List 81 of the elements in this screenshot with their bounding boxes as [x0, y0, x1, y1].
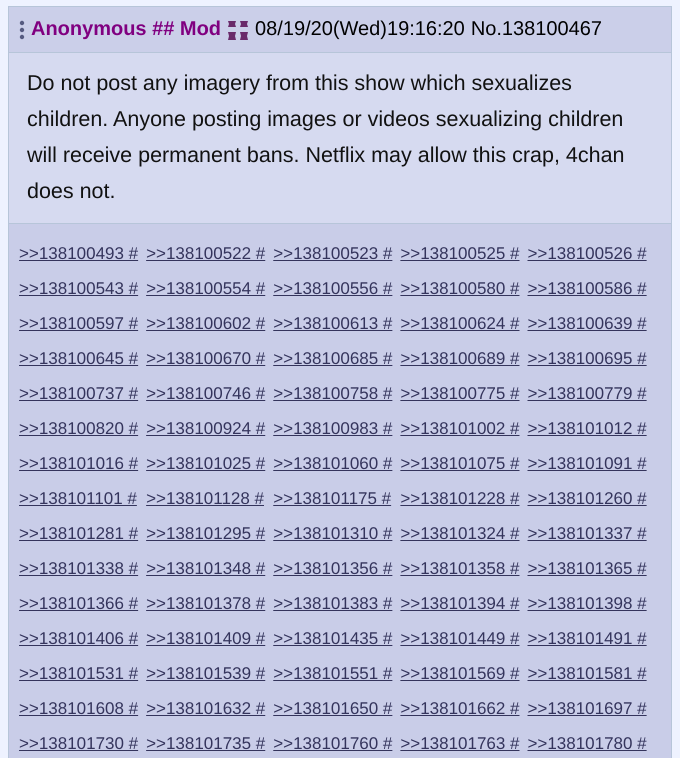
reply-link[interactable]: >>138101366 # — [19, 586, 138, 621]
reply-link[interactable]: >>138100597 # — [19, 306, 138, 341]
reply-link[interactable]: >>138101175 # — [273, 481, 392, 516]
reply-link[interactable]: >>138101632 # — [146, 691, 266, 726]
reply-link[interactable]: >>138101012 # — [528, 411, 647, 446]
reply-link[interactable]: >>138100983 # — [273, 411, 392, 446]
reply-link[interactable]: >>138100924 # — [146, 411, 266, 446]
reply-link[interactable]: >>138101406 # — [19, 621, 138, 656]
poster-name: Anonymous ## Mod — [31, 18, 222, 41]
reply-link[interactable]: >>138100493 # — [19, 236, 138, 271]
reply-link[interactable]: >>138100820 # — [19, 411, 138, 446]
reply-link[interactable]: >>138101581 # — [528, 656, 647, 691]
reply-link[interactable]: >>138100523 # — [273, 236, 392, 271]
reply-link[interactable]: >>138101662 # — [400, 691, 520, 726]
reply-link[interactable]: >>138100624 # — [400, 306, 520, 341]
reply-link[interactable]: >>138101398 # — [528, 586, 647, 621]
reply-link[interactable]: >>138101365 # — [528, 551, 647, 586]
reply-link[interactable]: >>138100522 # — [146, 236, 266, 271]
reply-link[interactable]: >>138101449 # — [400, 621, 520, 656]
reply-link[interactable]: >>138100613 # — [273, 306, 392, 341]
post-date: 08/19/20(Wed)19:16:20 — [255, 18, 465, 41]
reply-link[interactable]: >>138101780 # — [528, 726, 647, 758]
reply-link[interactable]: >>138101338 # — [19, 551, 138, 586]
reply-link[interactable]: >>138101735 # — [146, 726, 266, 758]
post-number-link[interactable]: No.138100467 — [470, 18, 602, 41]
reply-link[interactable]: >>138101394 # — [400, 586, 520, 621]
reply-link[interactable]: >>138100670 # — [146, 341, 266, 376]
reply-link[interactable]: >>138101101 # — [19, 481, 138, 516]
reply-link[interactable]: >>138101002 # — [400, 411, 520, 446]
reply-link[interactable]: >>138100526 # — [528, 236, 647, 271]
reply-link[interactable]: >>138100580 # — [400, 271, 520, 306]
reply-link[interactable]: >>138100758 # — [273, 376, 392, 411]
reply-link[interactable]: >>138101310 # — [273, 516, 392, 551]
reply-link[interactable]: >>138101348 # — [146, 551, 266, 586]
reply-link[interactable]: >>138101760 # — [273, 726, 392, 758]
reply-link[interactable]: >>138101356 # — [273, 551, 392, 586]
reply-link[interactable]: >>138100556 # — [273, 271, 392, 306]
reply-link[interactable]: >>138101383 # — [273, 586, 392, 621]
reply-link[interactable]: >>138100639 # — [528, 306, 647, 341]
reply-link[interactable]: >>138101358 # — [400, 551, 520, 586]
reply-link[interactable]: >>138101378 # — [146, 586, 266, 621]
reply-link[interactable]: >>138101324 # — [400, 516, 520, 551]
reply-link[interactable]: >>138100543 # — [19, 271, 138, 306]
reply-link[interactable]: >>138101128 # — [146, 481, 266, 516]
reply-link[interactable]: >>138101025 # — [146, 446, 266, 481]
reply-link[interactable]: >>138101435 # — [273, 621, 392, 656]
reply-link[interactable]: >>138100685 # — [273, 341, 392, 376]
reply-link[interactable]: >>138100737 # — [19, 376, 138, 411]
menu-icon[interactable] — [19, 20, 25, 40]
reply-link[interactable]: >>138101491 # — [528, 621, 647, 656]
reply-link[interactable]: >>138100645 # — [19, 341, 138, 376]
reply-link[interactable]: >>138100525 # — [400, 236, 520, 271]
reply-link[interactable]: >>138101650 # — [273, 691, 392, 726]
reply-link[interactable]: >>138100689 # — [400, 341, 520, 376]
reply-link[interactable]: >>138101016 # — [19, 446, 138, 481]
reply-link[interactable]: >>138101569 # — [400, 656, 520, 691]
reply-link[interactable]: >>138101091 # — [528, 446, 647, 481]
reply-link[interactable]: >>138101337 # — [528, 516, 647, 551]
post-message: Do not post any imagery from this show which sexualizes children. Anyone posting images or videos sexualizing children will receive permanent bans. Netflix may allow this crap, 4chan does not. — [26, 70, 626, 205]
reply-link[interactable]: >>138101228 # — [400, 481, 520, 516]
reply-link[interactable]: >>138100554 # — [146, 271, 266, 306]
reply-link[interactable]: >>138101060 # — [273, 446, 392, 481]
reply-link[interactable]: >>138101763 # — [400, 726, 520, 758]
reply-link[interactable]: >>138101075 # — [400, 446, 520, 481]
reply-link[interactable]: >>138101730 # — [19, 726, 138, 758]
reply-link[interactable]: >>138101295 # — [146, 516, 266, 551]
reply-link[interactable]: >>138101551 # — [273, 656, 392, 691]
moderator-icon — [227, 18, 250, 40]
reply-link[interactable]: >>138100779 # — [528, 376, 647, 411]
reply-link[interactable]: >>138100586 # — [528, 271, 647, 306]
reply-link[interactable]: >>138101539 # — [146, 656, 266, 691]
reply-link[interactable]: >>138101608 # — [19, 691, 138, 726]
reply-link[interactable]: >>138100775 # — [400, 376, 520, 411]
reply-link[interactable]: >>138101409 # — [146, 621, 266, 656]
reply-link[interactable]: >>138101260 # — [528, 481, 647, 516]
reply-link[interactable]: >>138100746 # — [146, 376, 266, 411]
reply-link[interactable]: >>138101281 # — [19, 516, 138, 551]
reply-link[interactable]: >>138100602 # — [146, 306, 266, 341]
reply-link[interactable]: >>138100695 # — [528, 341, 647, 376]
reply-link[interactable]: >>138101697 # — [528, 691, 647, 726]
reply-link[interactable]: >>138101531 # — [19, 656, 138, 691]
